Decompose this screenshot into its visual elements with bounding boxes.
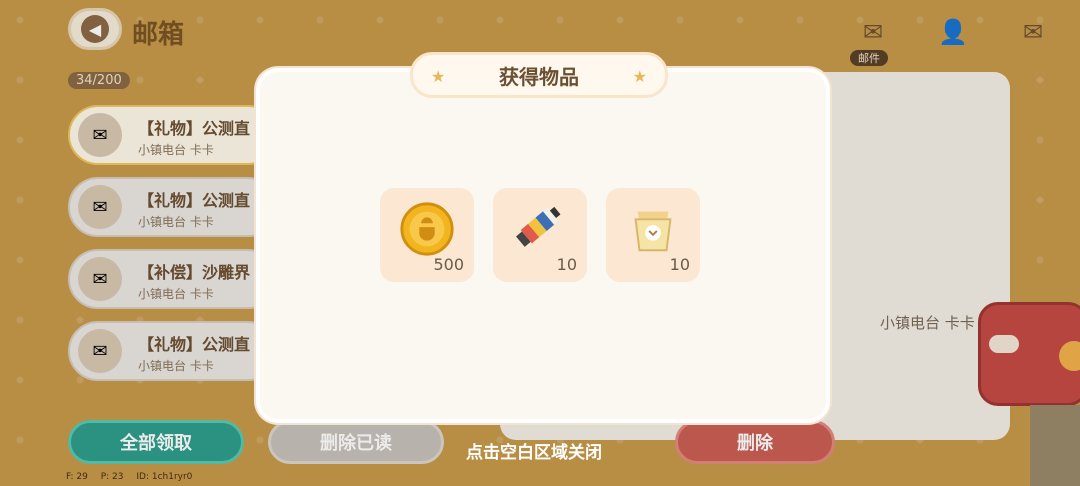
reward-item[interactable]: 500 [380,188,474,282]
close-hint-text: 点击空白区域关闭 [466,443,602,463]
reward-count: 10 [556,255,577,274]
reward-items: 500 10 10 [380,188,702,282]
modal-title-banner: ★ 获得物品 ★ [410,52,668,98]
modal-title: 获得物品 [499,64,579,89]
gold-coin-icon [400,202,454,256]
footer-f: F: 29 [66,472,88,482]
reward-item[interactable]: 10 [493,188,587,282]
star-icon: ★ [632,67,647,86]
paint-tube-icon [516,206,561,247]
debug-footer: F: 29 P: 23 ID: 1ch1ryr0 [66,472,192,482]
reward-count: 10 [669,255,690,274]
reward-count: 500 [433,255,464,274]
footer-p: P: 23 [100,472,124,482]
reward-item[interactable]: 10 [606,188,700,282]
star-icon: ★ [431,67,446,86]
footer-id: ID: 1ch1ryr0 [136,472,193,482]
seed-bag-icon [634,211,672,252]
